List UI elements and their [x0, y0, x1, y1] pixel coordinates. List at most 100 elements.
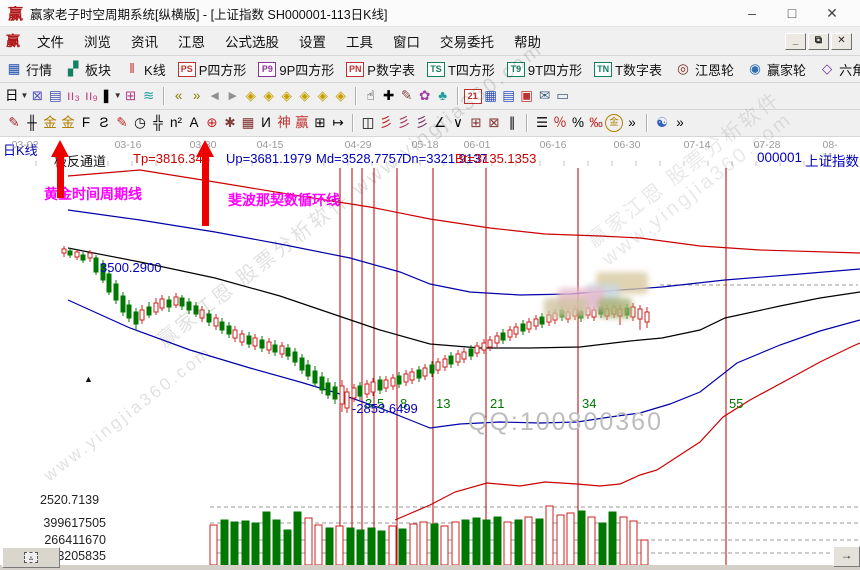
price-grid-icon[interactable]: ⊞	[467, 114, 485, 133]
menu-帮助[interactable]: 帮助	[504, 28, 551, 54]
memo-icon[interactable]: ▤	[500, 87, 518, 106]
volume-colors-icon[interactable]: ≋	[140, 87, 158, 106]
gann-diamond-5-icon[interactable]: ◈	[314, 87, 332, 106]
mail-icon[interactable]: ✉	[536, 87, 554, 106]
price-grid2-icon[interactable]: ⊠	[485, 114, 503, 133]
fan-box-icon[interactable]: 彡	[395, 114, 413, 133]
mdi-close-button[interactable]: ✕	[831, 33, 852, 50]
more-tools-icon[interactable]: »	[623, 114, 641, 133]
menu-设置[interactable]: 设置	[289, 28, 336, 54]
menu-公式选股[interactable]: 公式选股	[215, 28, 289, 54]
zigzag-icon[interactable]: ∨	[449, 114, 467, 133]
gold-coin-icon[interactable]: 金	[605, 114, 623, 132]
menu-交易委托[interactable]: 交易委托	[430, 28, 504, 54]
festival-icon[interactable]: ✿	[416, 87, 434, 106]
print-icon[interactable]: ▭	[554, 87, 572, 106]
p-square-icon[interactable]: PS	[178, 62, 196, 77]
bars-3-icon[interactable]: ıı₃	[64, 87, 82, 106]
hand-tool-icon[interactable]: ☝	[362, 87, 380, 106]
percent-line-icon[interactable]: ％	[551, 114, 569, 133]
sectors-icon[interactable]: ▞	[64, 60, 82, 79]
tool-9p-square[interactable]: P99P四方形	[258, 60, 343, 79]
spiral-icon[interactable]: Ƨ	[95, 114, 113, 133]
gann-diamond-6-icon[interactable]: ◈	[332, 87, 350, 106]
brush-icon[interactable]: ✎	[113, 114, 131, 133]
winner-wheel-icon[interactable]: ◉	[746, 60, 764, 79]
hexagon-icon[interactable]: ◇	[818, 60, 836, 79]
percent-icon[interactable]: %	[569, 114, 587, 133]
9t-square-icon[interactable]: T9	[507, 62, 525, 77]
maximize-button[interactable]: □	[772, 5, 812, 22]
tool-t-number[interactable]: TNT数字表	[594, 60, 671, 79]
box-tool-icon[interactable]: ◫	[359, 114, 377, 133]
kline-icon[interactable]: ‖	[123, 60, 141, 79]
crosshair-icon[interactable]: ✚	[380, 87, 398, 106]
number-grid-icon[interactable]: ⊞	[311, 114, 329, 133]
prev-bar-icon[interactable]: ◄	[206, 87, 224, 106]
time-clock-icon[interactable]: ◷	[131, 114, 149, 133]
save-icon[interactable]: ▣	[518, 87, 536, 106]
t-square-icon[interactable]: TS	[427, 62, 445, 77]
permille-icon[interactable]: ‰	[587, 114, 605, 133]
wave-icon[interactable]: И	[257, 114, 275, 133]
gann-diamond-3-icon[interactable]: ◈	[278, 87, 296, 106]
minimize-button[interactable]: –	[732, 5, 772, 22]
win-grid-icon[interactable]: 赢	[293, 114, 311, 133]
fibonacci-cycle-icon[interactable]: ╬	[149, 114, 167, 133]
menu-工具[interactable]: 工具	[336, 28, 383, 54]
parallel-lines-icon[interactable]: ∥	[503, 114, 521, 133]
bars-9-icon[interactable]: ıı₉	[82, 87, 100, 106]
fan-lines-icon[interactable]: 彡	[377, 114, 395, 133]
golden-time-cycle-icon[interactable]: 金	[41, 114, 59, 133]
tool-9t-square[interactable]: T99T四方形	[507, 60, 591, 79]
star-cycle-icon[interactable]: ✱	[221, 114, 239, 133]
chip-distribution-icon[interactable]: ⊞	[122, 87, 140, 106]
info-list-icon[interactable]: ▤	[46, 87, 64, 106]
mdi-minimize-button[interactable]: _	[785, 33, 806, 50]
9p-square-icon[interactable]: P9	[258, 62, 276, 77]
menu-浏览[interactable]: 浏览	[74, 28, 121, 54]
square-grid-icon[interactable]: ▦	[239, 114, 257, 133]
p-number-icon[interactable]: PN	[346, 62, 364, 77]
f-grid-icon[interactable]: F	[77, 114, 95, 133]
tool-t-square[interactable]: TST四方形	[427, 60, 504, 79]
t-number-icon[interactable]: TN	[594, 62, 612, 77]
gann-time-lines-icon[interactable]: ╫	[23, 114, 41, 133]
angle-lines-icon[interactable]: ∠	[431, 114, 449, 133]
menu-资讯[interactable]: 资讯	[121, 28, 168, 54]
square-number-icon[interactable]: n²	[167, 114, 185, 133]
gann-diamond-1-icon[interactable]: ◈	[242, 87, 260, 106]
tool-sectors[interactable]: ▞板块	[64, 60, 120, 79]
candle-style-dropdown[interactable]: ❚▼	[100, 87, 121, 106]
tool-quotes[interactable]: ▦行情	[5, 60, 61, 79]
gann-wheel-icon[interactable]: ◎	[674, 60, 692, 79]
gann-circle-icon[interactable]: ⊕	[203, 114, 221, 133]
scroll-right-button[interactable]: →	[833, 546, 860, 567]
tool-hexagon[interactable]: ◇六角形	[818, 60, 860, 79]
shen-grid-icon[interactable]: 神	[275, 114, 293, 133]
last-page-icon[interactable]: »	[188, 87, 206, 106]
chip-bag-icon[interactable]: ♣	[434, 87, 452, 106]
stats-list-icon[interactable]: ☰	[533, 114, 551, 133]
calendar-21-icon[interactable]: 21	[464, 89, 482, 104]
tool-p-square[interactable]: PSP四方形	[178, 60, 256, 79]
menu-江恩[interactable]: 江恩	[168, 28, 215, 54]
extend-line-icon[interactable]: ↦	[329, 114, 347, 133]
quotes-icon[interactable]: ▦	[5, 60, 23, 79]
next-bar-icon[interactable]: ►	[224, 87, 242, 106]
mdi-restore-button[interactable]: ⧉	[808, 33, 829, 50]
calculator-icon[interactable]: ▦	[482, 87, 500, 106]
tool-winner-wheel[interactable]: ◉赢家轮	[746, 60, 815, 79]
first-page-icon[interactable]: «	[170, 87, 188, 106]
angle-a-icon[interactable]: A	[185, 114, 203, 133]
panel-toggle-button[interactable]: ▵	[2, 547, 60, 568]
close-button[interactable]: ✕	[812, 5, 852, 22]
tool-gann-wheel[interactable]: ◎江恩轮	[674, 60, 743, 79]
compress-chart-icon[interactable]: ⊠	[28, 87, 46, 106]
tool-kline[interactable]: ‖K线	[123, 60, 175, 79]
mark-pen-icon[interactable]: ✎	[398, 87, 416, 106]
gann-diamond-2-icon[interactable]: ◈	[260, 87, 278, 106]
draw-pen-icon[interactable]: ✎	[5, 114, 23, 133]
fan-grid-icon[interactable]: 彡	[413, 114, 431, 133]
period-day-dropdown[interactable]: 日▼	[5, 87, 28, 106]
